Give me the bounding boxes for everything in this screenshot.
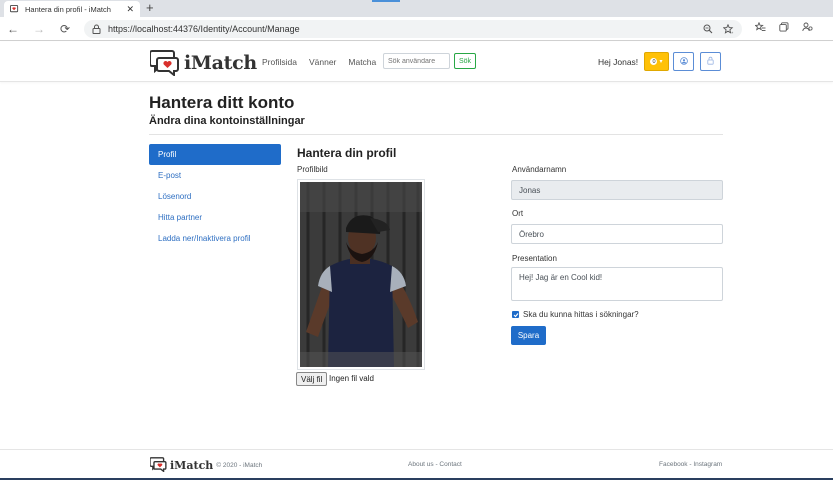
site-footer: iMatch © 2020 - iMatch About us - Contac… <box>0 449 833 478</box>
presentation-textarea[interactable]: Hej! Jag är en Cool kid! <box>511 267 723 301</box>
username-label: Användarnamn <box>512 165 567 174</box>
user-search-input[interactable] <box>383 53 450 69</box>
chevron-down-icon: ▾ <box>659 59 663 65</box>
sidebar-item-ladda-ner[interactable]: Ladda ner/Inaktivera profil <box>149 228 281 249</box>
close-tab-icon[interactable]: ✕ <box>126 4 134 15</box>
notification-count-badge: 0 <box>650 58 658 65</box>
imatch-favicon-icon <box>10 4 19 14</box>
address-bar[interactable]: https://localhost:44376/Identity/Account… <box>84 20 742 38</box>
profile-picture-label: Profilbild <box>297 165 328 174</box>
file-status-text: Ingen fil vald <box>329 374 374 383</box>
account-sidebar: Profil E-post Lösenord Hitta partner Lad… <box>149 144 281 249</box>
footer-links-social[interactable]: Facebook - Instagram <box>659 461 722 468</box>
browser-tools <box>755 22 813 32</box>
choose-file-button[interactable]: Välj fil <box>296 372 328 386</box>
brand-name: iMatch <box>184 52 257 74</box>
sidebar-item-losenord[interactable]: Lösenord <box>149 186 281 207</box>
profile-picture <box>297 179 425 370</box>
divider <box>149 134 723 135</box>
main-nav: Profilsida Vänner Matcha <box>262 57 376 67</box>
imatch-logo-icon <box>149 456 167 474</box>
favorite-star-icon[interactable]: + <box>723 24 734 34</box>
footer-brand-name: iMatch <box>170 458 214 472</box>
site-navbar: iMatch Profilsida Vänner Matcha Sök Hej … <box>0 42 833 82</box>
back-icon[interactable]: ← <box>0 22 26 36</box>
browser-toolbar: ← → ⟳ https://localhost:44376/Identity/A… <box>0 17 833 41</box>
section-title: Hantera din profil <box>297 146 397 160</box>
page-title: Hantera ditt konto <box>149 93 295 112</box>
city-field[interactable]: Örebro <box>511 224 723 244</box>
sidebar-item-hitta-partner[interactable]: Hitta partner <box>149 207 281 228</box>
sidebar-item-profil[interactable]: Profil <box>149 144 281 165</box>
brand[interactable]: iMatch <box>149 48 257 78</box>
searchable-label[interactable]: Ska du kunna hittas i sökningar? <box>523 310 639 319</box>
checkmark-icon <box>513 310 519 320</box>
logout-button[interactable] <box>700 52 721 71</box>
city-label: Ort <box>512 209 524 218</box>
footer-links-center[interactable]: About us - Contact <box>408 461 462 468</box>
searchable-checkbox[interactable] <box>512 311 519 318</box>
search-button[interactable]: Sök <box>454 53 477 69</box>
tab-strip-indicator <box>372 0 400 2</box>
username-field[interactable]: Jonas <box>511 180 723 200</box>
nav-link-matcha[interactable]: Matcha <box>348 57 376 67</box>
forward-icon[interactable]: → <box>26 22 52 36</box>
browser-tab[interactable]: Hantera din profil - iMatch ✕ <box>4 1 140 17</box>
lock-icon[interactable] <box>92 24 101 34</box>
nav-link-vanner[interactable]: Vänner <box>309 57 336 67</box>
lock-icon <box>707 56 714 67</box>
sidebar-item-e-post[interactable]: E-post <box>149 165 281 186</box>
account-button[interactable] <box>673 52 694 71</box>
notifications-dropdown-button[interactable]: 0 ▾ <box>644 52 669 71</box>
favorites-icon[interactable] <box>755 22 766 32</box>
zoom-icon[interactable] <box>703 24 713 34</box>
svg-text:+: + <box>731 30 734 34</box>
browser-tab-bar: Hantera din profil - iMatch ✕ + <box>0 0 833 17</box>
footer-copyright: © 2020 - iMatch <box>216 461 263 469</box>
url-text[interactable]: https://localhost:44376/Identity/Account… <box>108 24 693 34</box>
footer-brand: iMatch © 2020 - iMatch <box>149 456 263 474</box>
nav-link-profilsida[interactable]: Profilsida <box>262 57 297 67</box>
page-subtitle: Ändra dina kontoinställningar <box>149 115 305 127</box>
new-tab-button[interactable]: + <box>146 0 154 16</box>
reload-icon[interactable]: ⟳ <box>52 22 78 36</box>
imatch-logo-icon <box>149 48 180 78</box>
browser-tab-title: Hantera din profil - iMatch <box>25 4 111 14</box>
collections-icon[interactable] <box>779 22 789 32</box>
save-button[interactable]: Spara <box>511 326 546 345</box>
profile-icon[interactable] <box>802 22 813 32</box>
user-greeting: Hej Jonas! <box>598 57 639 67</box>
presentation-label: Presentation <box>512 254 557 263</box>
user-circle-icon <box>679 56 688 67</box>
